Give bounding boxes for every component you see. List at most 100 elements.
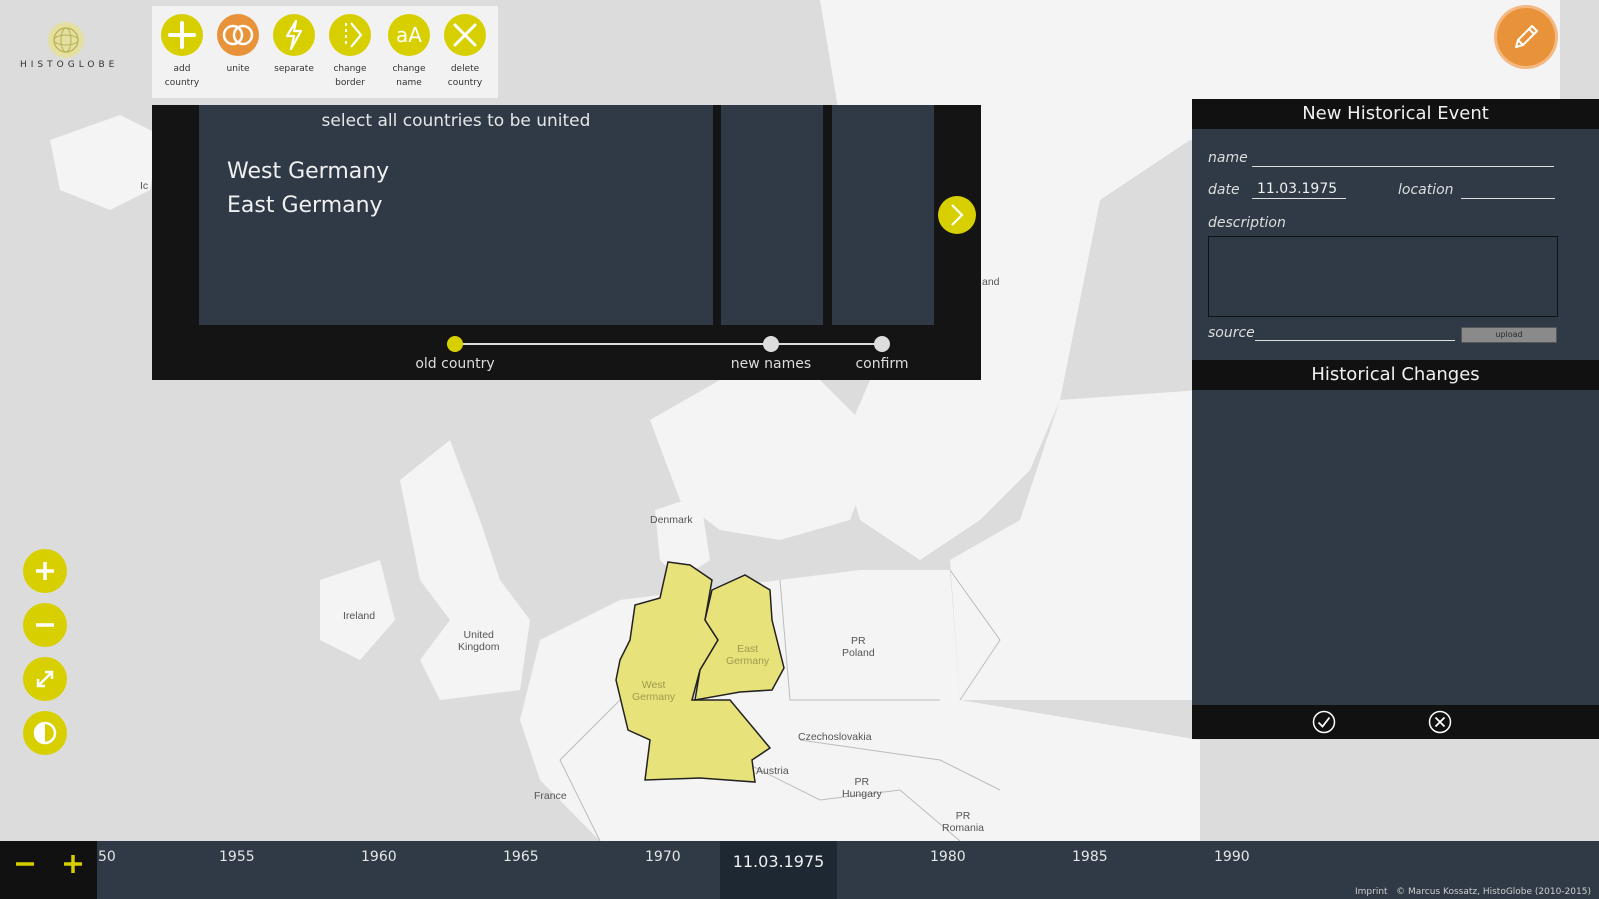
description-textarea[interactable] — [1208, 236, 1558, 317]
map-label-denmark: Denmark — [650, 514, 693, 526]
location-input[interactable] — [1462, 179, 1554, 197]
timeline-current-date[interactable]: 11.03.1975 — [720, 841, 837, 899]
map-label-austria: Austria — [756, 765, 789, 777]
source-label: source — [1208, 325, 1255, 341]
fullscreen-button[interactable] — [23, 657, 67, 701]
map-label-west-germany: West Germany — [632, 679, 676, 703]
map-label-pr-poland: PR Poland — [842, 635, 875, 659]
map-label-iceland-partial: Ic — [140, 180, 149, 192]
map-label-ireland: Ireland — [343, 610, 376, 622]
close-circle-icon — [1428, 710, 1452, 734]
location-label: location — [1398, 182, 1454, 198]
wizard-step-confirm — [832, 105, 934, 325]
map-label-france: France — [534, 790, 567, 802]
map-label-east-germany: East Germany — [726, 643, 770, 667]
upload-button[interactable]: upload — [1461, 327, 1557, 343]
step-label-new-names: new names — [730, 356, 812, 372]
cancel-button[interactable] — [1428, 710, 1452, 734]
step-dot-old-country[interactable] — [447, 336, 463, 352]
check-circle-icon — [1312, 710, 1336, 734]
selected-country[interactable]: West Germany — [227, 155, 389, 189]
map-label-pr-romania: PR Romania — [942, 810, 985, 834]
next-step-button[interactable] — [938, 196, 976, 234]
step-dot-confirm[interactable] — [874, 336, 890, 352]
location-underline — [1461, 198, 1555, 199]
contrast-button[interactable] — [23, 711, 67, 755]
chevron-right-icon — [951, 204, 964, 226]
add-country-label: add country — [164, 64, 200, 88]
border-icon — [329, 14, 371, 56]
app-name: HistoGlobe — [20, 60, 119, 70]
timeline-tick: 1970 — [645, 849, 681, 865]
edit-mode-button[interactable] — [1497, 8, 1555, 66]
panel-title: New Historical Event — [1192, 99, 1599, 129]
delete-country-label: delete country — [447, 64, 483, 88]
step-dot-new-names[interactable] — [763, 336, 779, 352]
timeline-tick: 1985 — [1072, 849, 1108, 865]
wizard-progress-line — [454, 343, 883, 345]
map-label-finland-partial: and — [982, 276, 1000, 288]
lightning-icon — [273, 14, 315, 56]
close-icon — [444, 14, 486, 56]
date-underline — [1252, 198, 1346, 199]
separate-label: separate — [274, 64, 314, 74]
historical-changes-list — [1192, 390, 1599, 705]
minus-icon — [36, 623, 54, 627]
timeline-zoom-controls — [0, 841, 97, 899]
expand-arrows-icon — [36, 670, 54, 688]
timeline-zoom-out-icon[interactable] — [14, 853, 36, 875]
timeline-tick: 50 — [98, 849, 116, 865]
map-label-czechoslovakia: Czechoslovakia — [798, 731, 872, 743]
separate-button[interactable]: separate — [267, 14, 321, 76]
change-name-button[interactable]: aA change name — [382, 14, 436, 90]
wizard-step-new-names — [721, 105, 823, 325]
step-label-confirm: confirm — [855, 356, 909, 372]
new-event-panel: New Historical Event name date 11.03.197… — [1192, 99, 1599, 739]
imprint-link[interactable]: Imprint — [1355, 887, 1388, 897]
plus-icon — [36, 562, 54, 580]
wizard-instruction: select all countries to be united — [321, 111, 591, 131]
confirm-button[interactable] — [1312, 710, 1336, 734]
source-input[interactable] — [1255, 340, 1455, 341]
timeline-tick: 1990 — [1214, 849, 1250, 865]
add-country-button[interactable]: add country — [155, 14, 209, 90]
name-label: name — [1208, 150, 1248, 166]
date-label: date — [1208, 182, 1240, 198]
delete-country-button[interactable]: delete country — [438, 14, 492, 90]
copyright-text: © Marcus Kossatz, HistoGlobe (2010-2015) — [1396, 887, 1591, 897]
panel-footer — [1192, 705, 1599, 739]
edit-toolbar: add country unite separate change border… — [152, 6, 498, 98]
plus-icon — [161, 14, 203, 56]
selected-country[interactable]: East Germany — [227, 189, 389, 223]
wizard-step-old-country: select all countries to be united West G… — [199, 105, 713, 325]
timeline[interactable]: 50 1955 1960 1965 1970 11.03.1975 1980 1… — [0, 841, 1599, 899]
timeline-tick: 1965 — [503, 849, 539, 865]
zoom-out-button[interactable] — [23, 603, 67, 647]
timeline-tick: 1955 — [219, 849, 255, 865]
rename-icon: aA — [388, 14, 430, 56]
map-label-pr-hungary: PR Hungary — [842, 776, 882, 800]
date-input[interactable]: 11.03.1975 — [1257, 181, 1337, 197]
change-name-label: change name — [392, 64, 426, 88]
map-label-united-kingdom: United Kingdom — [458, 629, 500, 653]
step-label-old-country: old country — [415, 356, 495, 372]
name-underline — [1252, 166, 1554, 167]
globe-icon — [48, 22, 84, 58]
zoom-in-button[interactable] — [23, 549, 67, 593]
unite-label: unite — [226, 64, 250, 74]
unite-button[interactable]: unite — [211, 14, 265, 76]
selected-country-list: West Germany East Germany — [227, 155, 389, 223]
contrast-icon — [33, 721, 57, 745]
unite-rings-icon — [217, 14, 259, 56]
unite-wizard: select all countries to be united West G… — [152, 105, 981, 380]
pencil-icon — [1515, 25, 1538, 48]
name-input[interactable] — [1254, 147, 1552, 165]
change-border-label: change border — [333, 64, 367, 88]
historical-changes-title: Historical Changes — [1192, 360, 1599, 390]
change-border-button[interactable]: change border — [323, 14, 377, 90]
timeline-tick: 1980 — [930, 849, 966, 865]
footer-credits: Imprint © Marcus Kossatz, HistoGlobe (20… — [1355, 887, 1591, 897]
timeline-tick: 1960 — [361, 849, 397, 865]
timeline-zoom-in-icon[interactable] — [62, 853, 84, 875]
description-label: description — [1208, 215, 1286, 231]
